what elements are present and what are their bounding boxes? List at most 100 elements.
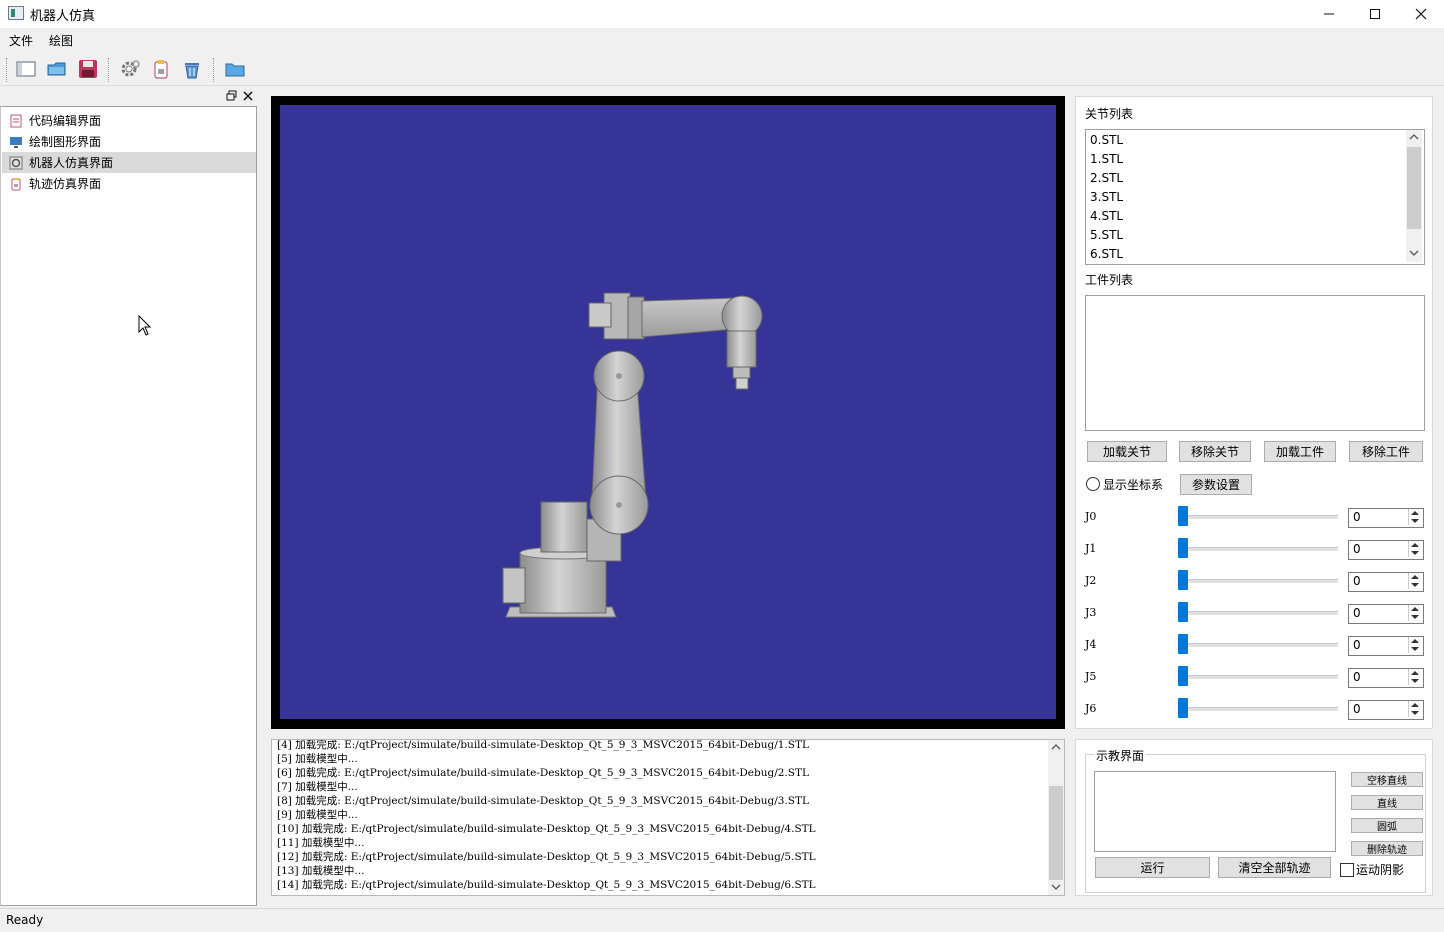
log-scrollbar[interactable]: [1048, 740, 1064, 895]
close-dock-button[interactable]: [242, 90, 254, 102]
list-item[interactable]: 4.STL: [1090, 209, 1123, 223]
joint-spinbox[interactable]: 0: [1348, 700, 1424, 720]
spin-arrows-icon[interactable]: [1408, 573, 1423, 589]
joint-list-scrollbar[interactable]: [1406, 130, 1422, 262]
save-icon: [79, 60, 97, 78]
joint-slider-handle[interactable]: [1178, 666, 1188, 686]
joint-slider-track[interactable]: [1178, 515, 1338, 519]
log-line: [6] 加载完成: E:/qtProject/simulate/build-si…: [277, 767, 809, 779]
joint-slider-track[interactable]: [1178, 547, 1338, 551]
joint-slider-handle[interactable]: [1178, 506, 1188, 526]
list-item[interactable]: 2.STL: [1090, 171, 1123, 185]
joint-list[interactable]: 0.STL 1.STL 2.STL 3.STL 4.STL 5.STL 6.ST…: [1085, 129, 1425, 265]
tree-item-code-editor[interactable]: 代码编辑界面: [2, 110, 256, 131]
list-item[interactable]: 3.STL: [1090, 190, 1123, 204]
joint-slider-track[interactable]: [1178, 675, 1338, 679]
spin-arrows-icon[interactable]: [1408, 541, 1423, 557]
float-dock-button[interactable]: [226, 90, 238, 102]
robot-3d-viewport[interactable]: [280, 105, 1056, 719]
remove-joint-button[interactable]: 移除关节: [1179, 441, 1251, 462]
joint-panel: 关节列表 0.STL 1.STL 2.STL 3.STL 4.STL 5.STL…: [1075, 96, 1433, 729]
menu-file[interactable]: 文件: [9, 32, 33, 49]
list-item[interactable]: 5.STL: [1090, 228, 1123, 242]
open-folder-icon: [47, 62, 66, 76]
spin-arrows-icon[interactable]: [1408, 637, 1423, 653]
maximize-icon: [1370, 9, 1380, 19]
arc-button[interactable]: 圆弧: [1351, 818, 1423, 833]
show-axes-radio[interactable]: [1086, 477, 1100, 491]
joint-value: 0: [1353, 574, 1361, 588]
dock-header: [0, 88, 257, 105]
joint-slider-handle[interactable]: [1178, 602, 1188, 622]
list-item[interactable]: 0.STL: [1090, 133, 1123, 147]
joint-spinbox[interactable]: 0: [1348, 508, 1424, 528]
folder-button[interactable]: [222, 57, 248, 81]
joint-list-label: 关节列表: [1085, 107, 1134, 121]
line-button[interactable]: 直线: [1351, 795, 1423, 810]
tree-item-draw-graphics[interactable]: 绘制图形界面: [2, 131, 256, 152]
motion-shadow-label: 运动阴影: [1356, 863, 1405, 877]
joint-label: J2: [1085, 574, 1097, 587]
delete-button[interactable]: [179, 57, 205, 81]
clear-all-trajectories-button[interactable]: 清空全部轨迹: [1218, 857, 1331, 878]
clipboard-button[interactable]: [148, 57, 174, 81]
minimize-icon: [1324, 13, 1334, 15]
delete-trajectory-button[interactable]: 删除轨迹: [1351, 841, 1423, 856]
toolbar-separator: [108, 58, 111, 82]
log-line: [13] 加载模型中...: [277, 865, 365, 877]
joint-slider-track[interactable]: [1178, 579, 1338, 583]
list-item[interactable]: 6.STL: [1090, 247, 1123, 261]
joint-slider-handle[interactable]: [1178, 570, 1188, 590]
trajectory-list[interactable]: [1094, 771, 1336, 852]
monitor-icon: [9, 135, 23, 149]
close-button[interactable]: [1398, 0, 1444, 28]
log-line: [14] 加载完成: E:/qtProject/simulate/build-s…: [277, 879, 816, 891]
joint-slider-track[interactable]: [1178, 643, 1338, 647]
load-joint-button[interactable]: 加载关节: [1087, 441, 1167, 462]
log-output[interactable]: [4] 加载完成: E:/qtProject/simulate/build-si…: [271, 739, 1065, 896]
joint-slider-handle[interactable]: [1178, 634, 1188, 654]
tree-item-trajectory-simulation[interactable]: 轨迹仿真界面: [2, 173, 256, 194]
maximize-button[interactable]: [1352, 0, 1398, 28]
open-button[interactable]: [44, 57, 70, 81]
joint-value: 0: [1353, 542, 1361, 556]
close-icon: [1415, 8, 1427, 20]
run-button[interactable]: 运行: [1095, 857, 1210, 878]
workpiece-list[interactable]: [1085, 295, 1425, 431]
joint-value: 0: [1353, 638, 1361, 652]
joint-slider-track[interactable]: [1178, 707, 1338, 711]
list-item[interactable]: 1.STL: [1090, 152, 1123, 166]
trash-icon: [185, 63, 199, 79]
load-workpiece-button[interactable]: 加载工件: [1264, 441, 1336, 462]
save-button[interactable]: [75, 57, 101, 81]
tree-item-label: 轨迹仿真界面: [29, 177, 102, 191]
spin-arrows-icon[interactable]: [1408, 509, 1423, 525]
spin-arrows-icon[interactable]: [1408, 605, 1423, 621]
status-text: Ready: [6, 913, 44, 927]
joint-spinbox[interactable]: 0: [1348, 636, 1424, 656]
navigation-tree: 代码编辑界面 绘制图形界面 机器人仿真界面 轨迹仿真界面: [0, 106, 257, 906]
settings-button[interactable]: [117, 57, 143, 81]
menu-draw[interactable]: 绘图: [49, 32, 73, 49]
new-button[interactable]: [13, 57, 39, 81]
joint-value: 0: [1353, 670, 1361, 684]
spin-arrows-icon[interactable]: [1408, 669, 1423, 685]
motion-shadow-checkbox[interactable]: [1340, 863, 1354, 877]
minimize-button[interactable]: [1306, 0, 1352, 28]
joint-spinbox[interactable]: 0: [1348, 604, 1424, 624]
joint-spinbox[interactable]: 0: [1348, 668, 1424, 688]
log-line: [4] 加载完成: E:/qtProject/simulate/build-si…: [277, 739, 809, 751]
trajectory-icon: [9, 177, 23, 191]
joint-slider-handle[interactable]: [1178, 698, 1188, 718]
joint-slider-handle[interactable]: [1178, 538, 1188, 558]
mouse-cursor: [138, 314, 152, 340]
tree-item-robot-simulation[interactable]: 机器人仿真界面: [2, 152, 256, 173]
joint-spinbox[interactable]: 0: [1348, 540, 1424, 560]
spin-arrows-icon[interactable]: [1408, 701, 1423, 717]
joint-spinbox[interactable]: 0: [1348, 572, 1424, 592]
remove-workpiece-button[interactable]: 移除工件: [1349, 441, 1423, 462]
joint-slider-track[interactable]: [1178, 611, 1338, 615]
toolbar: [0, 52, 1444, 86]
param-settings-button[interactable]: 参数设置: [1180, 474, 1252, 495]
free-line-button[interactable]: 空移直线: [1351, 772, 1423, 787]
